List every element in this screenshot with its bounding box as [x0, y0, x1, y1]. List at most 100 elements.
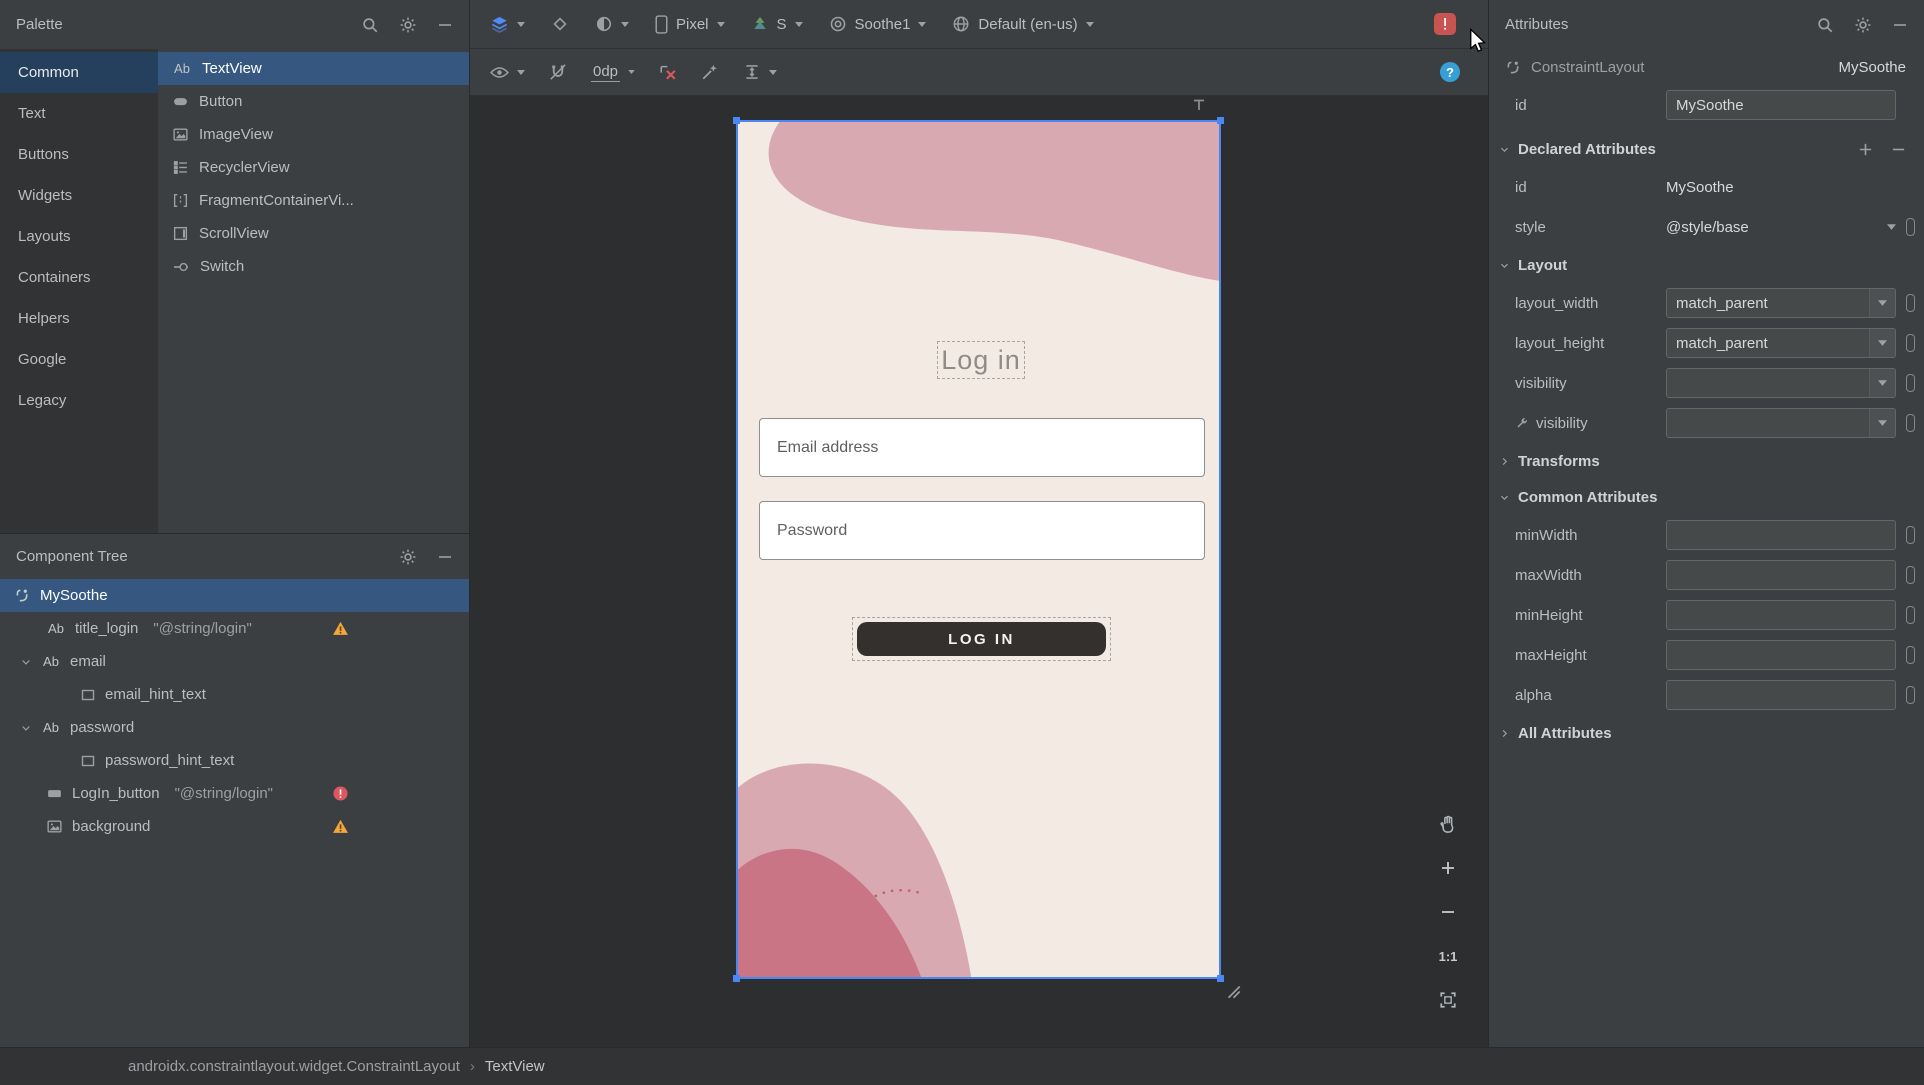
password-field[interactable]: Password — [759, 501, 1205, 560]
visibility-combo[interactable] — [1666, 368, 1896, 398]
zoom-out-button[interactable] — [1428, 890, 1468, 934]
palette-category-helpers[interactable]: Helpers — [0, 298, 158, 339]
resource-flag-toggle[interactable] — [1906, 566, 1915, 584]
section-transforms[interactable]: Transforms — [1489, 443, 1924, 479]
zoom-in-button[interactable] — [1428, 846, 1468, 890]
palette-category-layouts[interactable]: Layouts — [0, 216, 158, 257]
tree-item-password-hint-text[interactable]: password_hint_text — [0, 744, 469, 777]
palette-category-common[interactable]: Common — [0, 52, 158, 93]
declared-attr-id-row[interactable]: id MySoothe — [1489, 167, 1924, 207]
autoconnect-toggle[interactable] — [549, 63, 567, 81]
section-common-attributes[interactable]: Common Attributes — [1489, 479, 1924, 515]
email-field[interactable]: Email address — [759, 418, 1205, 477]
tree-item-background[interactable]: background — [0, 810, 469, 843]
resource-flag-toggle[interactable] — [1906, 218, 1915, 236]
gear-icon[interactable] — [399, 548, 417, 566]
declared-attr-style-row[interactable]: style @style/base — [1489, 207, 1924, 247]
resource-flag-toggle[interactable] — [1906, 414, 1915, 432]
search-icon[interactable] — [1816, 16, 1834, 34]
palette-category-text[interactable]: Text — [0, 93, 158, 134]
id-input[interactable]: MySoothe — [1666, 90, 1896, 120]
maxheight-input[interactable] — [1666, 640, 1896, 670]
tree-item-email[interactable]: Ab email — [0, 645, 469, 678]
palette-category-widgets[interactable]: Widgets — [0, 175, 158, 216]
palette-item-imageview[interactable]: ImageView — [158, 118, 469, 151]
tree-item-email-hint-text[interactable]: email_hint_text — [0, 678, 469, 711]
palette-category-containers[interactable]: Containers — [0, 257, 158, 298]
minimize-icon[interactable] — [1892, 17, 1908, 33]
add-attribute-icon[interactable] — [1858, 142, 1873, 157]
minimize-icon[interactable] — [437, 549, 453, 565]
default-margin-selector[interactable]: 0dp — [591, 63, 635, 82]
zoom-ratio-button[interactable]: 1:1 — [1428, 934, 1468, 978]
palette-category-buttons[interactable]: Buttons — [0, 134, 158, 175]
orientation-selector[interactable] — [551, 15, 569, 33]
palette-item-recyclerview[interactable]: RecyclerView — [158, 151, 469, 184]
tree-item-login-button[interactable]: LogIn_button "@string/login" — [0, 777, 469, 810]
clear-constraints-button[interactable] — [659, 63, 677, 81]
selection-handle[interactable] — [1217, 117, 1224, 124]
login-button-bounds[interactable]: LOG IN — [852, 617, 1111, 661]
chevron-down-icon[interactable] — [20, 656, 32, 668]
tree-item-password[interactable]: Ab password — [0, 711, 469, 744]
login-button[interactable]: LOG IN — [857, 622, 1106, 656]
chevron-down-icon[interactable] — [1869, 409, 1895, 437]
zoom-to-fit-icon[interactable] — [1428, 978, 1468, 1022]
layout-width-combo[interactable]: match_parent — [1666, 288, 1896, 318]
selection-handle[interactable] — [1217, 975, 1224, 982]
palette-category-legacy[interactable]: Legacy — [0, 380, 158, 421]
resource-flag-toggle[interactable] — [1906, 686, 1915, 704]
remove-attribute-icon[interactable] — [1891, 142, 1906, 157]
breadcrumb-root[interactable]: androidx.constraintlayout.widget.Constra… — [128, 1058, 460, 1075]
palette-item-button[interactable]: Button — [158, 85, 469, 118]
locale-selector[interactable]: Default (en-us) — [952, 15, 1094, 33]
palette-item-scrollview[interactable]: ScrollView — [158, 217, 469, 250]
design-surface-selector[interactable] — [490, 15, 525, 34]
api-level-selector[interactable]: S — [751, 15, 803, 33]
chevron-down-icon[interactable] — [1869, 289, 1895, 317]
minwidth-input[interactable] — [1666, 520, 1896, 550]
resource-flag-toggle[interactable] — [1906, 646, 1915, 664]
view-options[interactable] — [490, 66, 525, 79]
resource-flag-toggle[interactable] — [1906, 606, 1915, 624]
tree-item-title-login[interactable]: Ab title_login "@string/login" — [0, 612, 469, 645]
pack-align-selector[interactable] — [743, 63, 778, 81]
infer-constraints-button[interactable] — [701, 63, 719, 81]
chevron-down-icon[interactable] — [1869, 329, 1895, 357]
layout-height-combo[interactable]: match_parent — [1666, 328, 1896, 358]
selection-handle[interactable] — [733, 975, 740, 982]
resource-flag-toggle[interactable] — [1906, 294, 1915, 312]
tools-visibility-combo[interactable] — [1666, 408, 1896, 438]
chevron-down-icon[interactable] — [20, 722, 32, 734]
baseline-anchor-icon[interactable] — [1192, 98, 1206, 112]
section-declared-attributes[interactable]: Declared Attributes — [1489, 131, 1924, 167]
night-mode-selector[interactable] — [595, 15, 629, 33]
minimize-icon[interactable] — [437, 17, 453, 33]
resource-flag-toggle[interactable] — [1906, 334, 1915, 352]
style-combo[interactable]: @style/base — [1666, 219, 1896, 236]
minheight-input[interactable] — [1666, 600, 1896, 630]
resource-flag-toggle[interactable] — [1906, 526, 1915, 544]
design-surface-phone[interactable]: Log in Email address Password LOG IN — [733, 117, 1224, 982]
chevron-down-icon[interactable] — [1869, 369, 1895, 397]
section-layout[interactable]: Layout — [1489, 247, 1924, 283]
help-icon[interactable]: ? — [1440, 62, 1460, 82]
alpha-input[interactable] — [1666, 680, 1896, 710]
maxwidth-input[interactable] — [1666, 560, 1896, 590]
selection-handle[interactable] — [733, 117, 740, 124]
palette-item-switch[interactable]: Switch — [158, 250, 469, 283]
error-notification-icon[interactable] — [1434, 13, 1456, 35]
breadcrumb-leaf[interactable]: TextView — [485, 1058, 545, 1075]
tree-item-mysoothe[interactable]: MySoothe — [0, 579, 469, 612]
device-selector[interactable]: Pixel — [655, 14, 725, 34]
design-canvas[interactable]: Log in Email address Password LOG IN 1:1 — [470, 96, 1488, 1047]
resource-flag-toggle[interactable] — [1906, 374, 1915, 392]
palette-item-textview[interactable]: Ab TextView — [158, 52, 469, 85]
gear-icon[interactable] — [1854, 16, 1872, 34]
pan-hand-icon[interactable] — [1428, 802, 1468, 846]
resize-handle-icon[interactable] — [1226, 984, 1241, 999]
search-icon[interactable] — [361, 16, 379, 34]
palette-category-google[interactable]: Google — [0, 339, 158, 380]
section-all-attributes[interactable]: All Attributes — [1489, 715, 1924, 751]
gear-icon[interactable] — [399, 16, 417, 34]
